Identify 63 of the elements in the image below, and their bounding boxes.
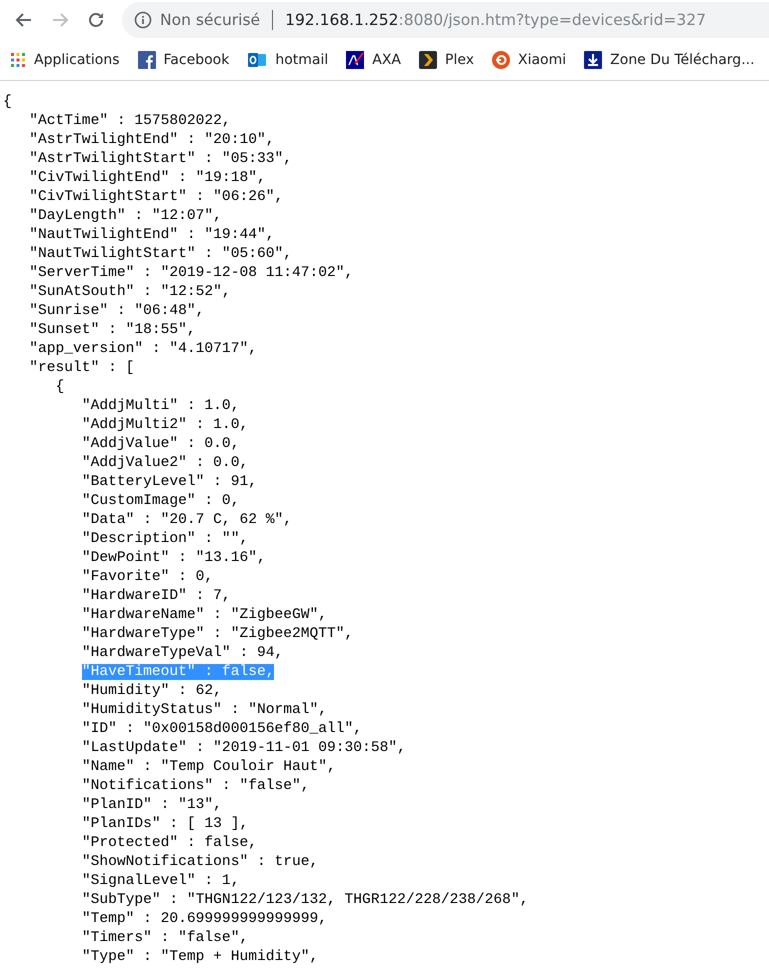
code-line: "Timers" : "false", xyxy=(82,930,248,946)
code-line: "Temp" : 20.699999999999999, xyxy=(82,911,328,927)
bookmark-item[interactable]: Applications xyxy=(10,52,120,68)
info-icon[interactable] xyxy=(134,11,152,29)
bookmark-item[interactable]: AXA xyxy=(346,51,402,69)
code-line: "Sunset" : "18:55", xyxy=(29,322,196,338)
code-line: "AddjMulti2" : 1.0, xyxy=(82,417,248,433)
code-line: "AddjValue" : 0.0, xyxy=(82,436,240,452)
code-line: "ShowNotifications" : true, xyxy=(82,854,318,870)
bookmark-item[interactable]: Xiaomi xyxy=(492,51,566,69)
code-line: "AstrTwilightStart" : "05:33", xyxy=(29,151,292,167)
bookmark-item[interactable]: Facebook xyxy=(138,51,230,69)
code-line: "ID" : "0x00158d000156ef80_all", xyxy=(82,721,362,737)
code-line: "PlanID" : "13", xyxy=(82,797,222,813)
code-line: { xyxy=(56,379,64,395)
code-line: "DewPoint" : "13.16", xyxy=(82,550,266,566)
code-line: "AstrTwilightEnd" : "20:10", xyxy=(29,132,274,148)
axa-logo-icon xyxy=(346,51,364,69)
code-line: "Data" : "20.7 C, 62 %", xyxy=(82,512,292,528)
code-line: "SunAtSouth" : "12:52", xyxy=(29,284,231,300)
code-line: "result" : [ xyxy=(29,360,134,376)
code-line: "SubType" : "THGN122/123/132, THGR122/228/238/268", xyxy=(82,892,528,908)
code-line: "HardwareID" : 7, xyxy=(82,588,231,604)
code-line: "Protected" : false, xyxy=(82,835,257,851)
code-line: "app_version" : "4.10717", xyxy=(29,341,257,357)
code-line: "Favorite" : 0, xyxy=(82,569,214,585)
security-label: Non sécurisé xyxy=(160,11,260,29)
code-line: "CivTwilightStart" : "06:26", xyxy=(29,189,284,205)
code-line: { xyxy=(3,94,12,110)
code-line: "CivTwilightEnd" : "19:18", xyxy=(29,170,266,186)
code-line: "NautTwilightStart" : "05:60", xyxy=(29,246,292,262)
code-line: "HumidityStatus" : "Normal", xyxy=(82,702,328,718)
download-icon xyxy=(584,51,602,69)
code-line: "ActTime" : 1575802022, xyxy=(29,113,231,129)
facebook-icon xyxy=(138,51,156,69)
code-line: "ServerTime" : "2019-12-08 11:47:02", xyxy=(29,265,354,281)
code-line: "Humidity" : 62, xyxy=(82,683,222,699)
code-line: "HardwareType" : "Zigbee2MQTT", xyxy=(82,626,354,642)
code-line: "HardwareTypeVal" : 94, xyxy=(82,645,284,661)
bookmark-item[interactable]: hotmail xyxy=(247,51,328,69)
code-line: "Name" : "Temp Couloir Haut", xyxy=(82,759,336,775)
mail-icon xyxy=(247,51,268,69)
code-line: "AddjValue2" : 0.0, xyxy=(82,455,248,471)
apps-grid-icon xyxy=(10,52,26,68)
code-line: "SignalLevel" : 1, xyxy=(82,873,240,889)
code-line: "PlanIDs" : [ 13 ], xyxy=(82,816,248,832)
circle-logo-icon xyxy=(492,51,510,69)
code-line: "LastUpdate" : "2019-11-01 09:30:58", xyxy=(82,740,406,756)
chevron-icon xyxy=(419,51,438,69)
code-line: "BatteryLevel" : 91, xyxy=(82,474,257,490)
code-line: "CustomImage" : 0, xyxy=(82,493,240,509)
code-line: "Sunrise" : "06:48", xyxy=(29,303,204,319)
code-line: "Notifications" : "false", xyxy=(82,778,310,794)
code-line: "Type" : "Temp + Humidity", xyxy=(82,949,318,965)
code-line: "HardwareName" : "ZigbeeGW", xyxy=(82,607,328,623)
url-text: 192.168.1.252:8080/json.htm?type=devices&rid=327 xyxy=(285,11,706,29)
address-bar[interactable]: Non sécurisé 192.168.1.252:8080/json.htm?type=devices&rid=327 xyxy=(122,2,769,38)
code-line: "NautTwilightEnd" : "19:44", xyxy=(29,227,274,243)
bookmark-item[interactable]: Zone Du Télécharg... xyxy=(584,51,755,69)
code-line: "AddjMulti" : 1.0, xyxy=(82,398,240,414)
bookmark-item[interactable]: Plex xyxy=(419,51,474,69)
code-line: "Description" : "", xyxy=(82,531,248,547)
code-line: "DayLength" : "12:07", xyxy=(29,208,222,224)
